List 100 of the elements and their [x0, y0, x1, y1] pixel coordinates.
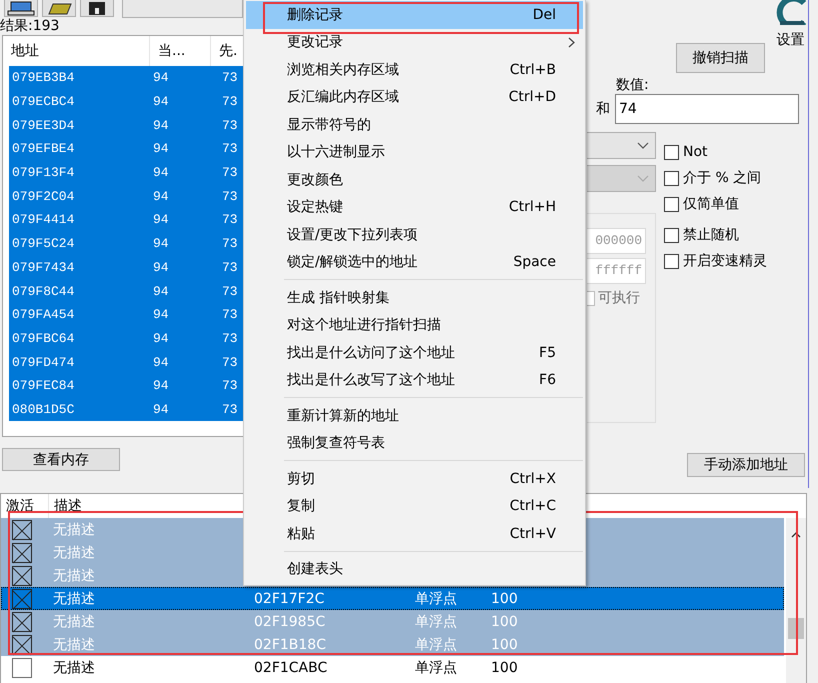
- table-cell-text: 73: [221, 307, 239, 322]
- table-cell-text: 单浮点: [415, 590, 458, 608]
- table-cell-text: 02F17F2C: [254, 590, 326, 606]
- shortcut-label: F5: [539, 344, 556, 361]
- table-cell-text: 73: [221, 354, 239, 370]
- table-cell: 100: [491, 614, 518, 630]
- shortcut-label: Ctrl+B: [510, 62, 556, 78]
- shortcut-label: Del: [532, 6, 556, 23]
- menu-item-label: 剪切: [287, 470, 316, 488]
- table-cell: 100: [491, 660, 518, 676]
- table-cell-text: 73: [221, 70, 239, 86]
- table-cell-text: 94: [152, 307, 170, 322]
- table-cell-text: 无描述: [53, 544, 96, 562]
- menu-item-label: 删除记录: [287, 6, 344, 24]
- table-cell-text: 94: [152, 260, 170, 275]
- table-cell-text: 73: [221, 330, 239, 346]
- and-label: 和: [596, 100, 610, 118]
- shortcut-label: Ctrl+D: [508, 89, 556, 106]
- table-cell-text: 94: [152, 165, 170, 180]
- table-cell-text: 94: [152, 354, 170, 370]
- table-cell-text: 02F1CABC: [254, 660, 328, 676]
- shortcut-label: F6: [539, 372, 556, 388]
- table-cell-text: 079F7434: [11, 260, 76, 275]
- table-cell-text: 无描述: [53, 612, 96, 630]
- table-cell-text: 73: [221, 118, 239, 133]
- table-cell-text: 73: [221, 284, 239, 299]
- table-cell-text: 无描述: [53, 590, 96, 608]
- table-cell-text: 无描述: [53, 658, 96, 676]
- table-cell-text: 079FA454: [11, 307, 76, 322]
- value-label: 数值:: [616, 76, 650, 94]
- table-cell-text: 079F8C44: [11, 284, 76, 299]
- menu-item-label: 强制复查符号表: [287, 434, 386, 452]
- checkbox-label: 介于 % 之间: [683, 169, 762, 187]
- table-cell-text: 080B1D5C: [11, 402, 76, 417]
- table-cell-text: 079EB3B4: [11, 70, 76, 86]
- table-cell-text: 94: [152, 402, 170, 417]
- table-cell-text: 079F4414: [11, 212, 76, 228]
- table-cell: 100: [491, 590, 518, 606]
- results-count: 结果:193: [0, 18, 60, 35]
- table-cell-text: 94: [152, 378, 170, 394]
- table-cell-text: 单浮点: [415, 658, 458, 676]
- table-cell-text: 无描述: [53, 566, 96, 584]
- table-cell-text: 无描述: [53, 520, 96, 538]
- table-cell-text: 079F5C24: [11, 236, 76, 252]
- menu-item-label: 生成 指针映射集: [287, 288, 390, 307]
- table-cell-text: 73: [221, 141, 239, 156]
- table-cell-text: 73: [221, 260, 239, 275]
- table-cell-text: 73: [221, 212, 239, 228]
- table-cell-text: 94: [152, 70, 170, 86]
- table-cell-text: 079F13F4: [11, 165, 76, 180]
- menu-item-label: 显示带符号的: [287, 116, 372, 134]
- table-cell-text: 02F1985C: [254, 614, 326, 630]
- table-cell-text: 94: [152, 284, 170, 299]
- shortcut-label: Ctrl+V: [510, 526, 556, 542]
- table-cell-text: 无描述: [53, 636, 96, 654]
- menu-item-label: 粘贴: [287, 524, 316, 543]
- checkbox-label: 开启变速精灵: [683, 252, 767, 270]
- menu-item-label: 创建表头: [287, 560, 344, 578]
- checkbox-label: 可执行: [598, 289, 640, 307]
- menu-item-label: 设置/更改下拉列表项: [287, 226, 419, 244]
- table-cell-text: 94: [152, 141, 170, 156]
- table-cell-text: 079FD474: [11, 354, 76, 370]
- shortcut-label: Ctrl+X: [510, 470, 556, 487]
- menu-item-label: 更改记录: [287, 33, 344, 52]
- table-cell-text: 079ECBC4: [11, 94, 76, 110]
- shortcut-label: Ctrl+C: [510, 498, 556, 514]
- table-cell-text: 079FBC64: [11, 330, 76, 346]
- menu-item-label: 对这个地址进行指针扫描: [287, 316, 442, 334]
- table-cell-text: 单浮点: [415, 636, 458, 654]
- table-cell-text: 079F2C04: [11, 188, 76, 204]
- table-cell-text: 73: [221, 188, 239, 204]
- table-cell-text: 079FEC84: [11, 378, 76, 394]
- menu-item-label: 浏览相关内存区域: [287, 60, 400, 79]
- table-cell-text: 94: [152, 118, 170, 133]
- menu-item-label: 找出是什么访问了这个地址: [287, 344, 456, 362]
- table-cell: 100: [491, 636, 518, 652]
- checkbox-label: 仅简单值: [683, 195, 739, 213]
- table-cell-text: 94: [152, 330, 170, 346]
- menu-item-label: 复制: [287, 497, 316, 516]
- menu-item-label: 反汇编此内存区域: [287, 88, 400, 106]
- table-cell-text: 94: [152, 94, 170, 110]
- shortcut-label: Space: [513, 254, 556, 270]
- settings-label: 设置: [776, 31, 804, 49]
- table-cell-text: 73: [221, 94, 239, 110]
- table-cell-text: 94: [152, 236, 170, 252]
- shortcut-label: Ctrl+H: [508, 199, 556, 216]
- menu-item-label: 更改颜色: [287, 170, 344, 189]
- table-cell-text: 02F1B18C: [254, 636, 327, 652]
- menu-item-label: 以十六进制显示: [287, 143, 386, 162]
- table-cell-text: 73: [221, 378, 239, 394]
- table-cell-text: 单浮点: [415, 612, 458, 630]
- table-cell-text: 73: [221, 402, 239, 417]
- menu-item-label: 找出是什么改写了这个地址: [287, 371, 456, 390]
- table-cell-text: 079EE3D4: [11, 118, 76, 133]
- table-cell-text: 73: [221, 165, 239, 180]
- checkbox-label: Not: [683, 144, 708, 160]
- table-cell-text: 94: [152, 212, 170, 228]
- checkbox-label: 禁止随机: [683, 226, 739, 244]
- table-cell-text: 73: [221, 236, 239, 252]
- table-cell-text: 94: [152, 188, 170, 204]
